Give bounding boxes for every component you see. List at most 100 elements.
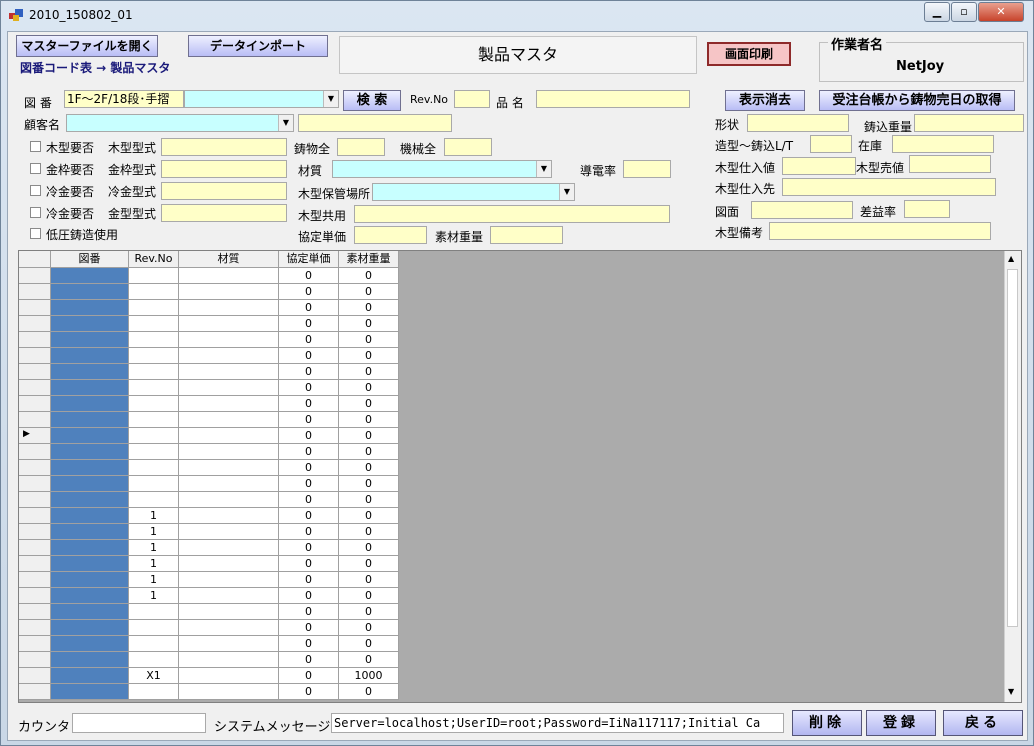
table-cell-revno[interactable] (129, 684, 179, 700)
table-cell-zuban[interactable] (51, 300, 129, 316)
row-header[interactable] (19, 396, 51, 412)
table-cell-sozai[interactable]: 0 (339, 284, 399, 300)
hokan-combo[interactable]: ▼ (372, 183, 575, 201)
table-cell-zaishitsu[interactable] (179, 524, 279, 540)
table-cell-zaishitsu[interactable] (179, 668, 279, 684)
customer-name-input[interactable] (298, 114, 452, 132)
table-cell-revno[interactable] (129, 284, 179, 300)
table-cell-sozai[interactable]: 0 (339, 428, 399, 444)
chevron-down-icon[interactable]: ▼ (536, 161, 551, 177)
table-cell-revno[interactable] (129, 492, 179, 508)
table-cell-zuban[interactable] (51, 412, 129, 428)
table-cell-zaishitsu[interactable] (179, 396, 279, 412)
table-cell-kyoutei[interactable]: 0 (279, 476, 339, 492)
row-header[interactable] (19, 604, 51, 620)
table-cell-sozai[interactable]: 0 (339, 636, 399, 652)
chevron-down-icon[interactable]: ▼ (278, 115, 293, 131)
fetch-casting-date-button[interactable]: 受注台帳から鋳物完日の取得 (819, 90, 1015, 111)
table-cell-zaishitsu[interactable] (179, 268, 279, 284)
table-cell-zuban[interactable] (51, 620, 129, 636)
zuban-combo[interactable]: ▼ (184, 90, 339, 108)
table-cell-sozai[interactable]: 0 (339, 556, 399, 572)
table-cell-zaishitsu[interactable] (179, 604, 279, 620)
bikou-input[interactable] (769, 222, 991, 240)
column-header-revno[interactable]: Rev.No (129, 251, 179, 268)
table-cell-sozai[interactable]: 0 (339, 524, 399, 540)
row-header[interactable] (19, 380, 51, 396)
checkbox-2[interactable] (30, 185, 41, 196)
table-cell-revno[interactable] (129, 428, 179, 444)
table-cell-sozai[interactable]: 0 (339, 540, 399, 556)
table-cell-revno[interactable] (129, 412, 179, 428)
table-cell-sozai[interactable]: 0 (339, 508, 399, 524)
table-cell-zaishitsu[interactable] (179, 684, 279, 700)
row-header[interactable] (19, 540, 51, 556)
row-header[interactable] (19, 332, 51, 348)
print-screen-button[interactable]: 画面印刷 (707, 42, 791, 66)
minimize-button[interactable]: ▁ (924, 2, 950, 22)
table-cell-revno[interactable] (129, 380, 179, 396)
table-cell-zaishitsu[interactable] (179, 460, 279, 476)
row-header[interactable] (19, 588, 51, 604)
table-cell-zuban[interactable] (51, 652, 129, 668)
register-button[interactable]: 登録 (866, 710, 936, 736)
ikomi-input[interactable] (914, 114, 1024, 132)
column-header-zuban[interactable]: 図番 (51, 251, 129, 268)
table-cell-zaishitsu[interactable] (179, 332, 279, 348)
table-cell-revno[interactable] (129, 332, 179, 348)
table-cell-revno[interactable] (129, 604, 179, 620)
table-cell-revno[interactable]: 1 (129, 556, 179, 572)
zuban-input[interactable]: 1F～2F/18段･手摺 (64, 90, 184, 108)
table-cell-sozai[interactable]: 0 (339, 380, 399, 396)
keijou-input[interactable] (747, 114, 849, 132)
table-cell-zaishitsu[interactable] (179, 492, 279, 508)
table-cell-kyoutei[interactable]: 0 (279, 300, 339, 316)
chevron-down-icon[interactable]: ▼ (323, 91, 338, 107)
table-cell-sozai[interactable]: 0 (339, 604, 399, 620)
table-cell-kyoutei[interactable]: 0 (279, 508, 339, 524)
table-cell-sozai[interactable]: 0 (339, 268, 399, 284)
table-cell-zuban[interactable] (51, 572, 129, 588)
table-cell-zuban[interactable] (51, 588, 129, 604)
table-cell-zaishitsu[interactable] (179, 572, 279, 588)
vertical-scrollbar[interactable]: ▲ ▼ (1004, 251, 1021, 702)
table-cell-zaishitsu[interactable] (179, 300, 279, 316)
dendenritsu-input[interactable] (623, 160, 671, 178)
table-cell-zaishitsu[interactable] (179, 588, 279, 604)
clear-display-button[interactable]: 表示消去 (725, 90, 805, 111)
table-cell-sozai[interactable]: 0 (339, 316, 399, 332)
table-cell-revno[interactable] (129, 636, 179, 652)
table-cell-zaishitsu[interactable] (179, 316, 279, 332)
table-cell-kyoutei[interactable]: 0 (279, 684, 339, 700)
table-cell-zuban[interactable] (51, 524, 129, 540)
chevron-down-icon[interactable]: ▼ (559, 184, 574, 200)
table-cell-zuban[interactable] (51, 380, 129, 396)
table-cell-sozai[interactable]: 0 (339, 652, 399, 668)
table-cell-zuban[interactable] (51, 268, 129, 284)
checkbox-4[interactable] (30, 228, 41, 239)
table-cell-kyoutei[interactable]: 0 (279, 540, 339, 556)
type-input-2[interactable] (161, 182, 287, 200)
table-cell-sozai[interactable]: 0 (339, 396, 399, 412)
table-cell-zaishitsu[interactable] (179, 444, 279, 460)
table-cell-zuban[interactable] (51, 428, 129, 444)
table-cell-revno[interactable] (129, 460, 179, 476)
table-cell-zaishitsu[interactable] (179, 380, 279, 396)
row-header[interactable] (19, 348, 51, 364)
hinmei-input[interactable] (536, 90, 690, 108)
table-cell-revno[interactable] (129, 300, 179, 316)
row-header[interactable] (19, 652, 51, 668)
table-cell-revno[interactable]: 1 (129, 540, 179, 556)
row-header[interactable] (19, 492, 51, 508)
table-cell-kyoutei[interactable]: 0 (279, 428, 339, 444)
table-cell-revno[interactable] (129, 620, 179, 636)
row-header[interactable] (19, 268, 51, 284)
table-cell-sozai[interactable]: 0 (339, 492, 399, 508)
scroll-up-icon[interactable]: ▲ (1008, 254, 1014, 263)
revno-input[interactable] (454, 90, 490, 108)
table-cell-zuban[interactable] (51, 460, 129, 476)
row-header[interactable] (19, 460, 51, 476)
kyoutei-input[interactable] (354, 226, 427, 244)
table-cell-zaishitsu[interactable] (179, 476, 279, 492)
table-cell-kyoutei[interactable]: 0 (279, 316, 339, 332)
